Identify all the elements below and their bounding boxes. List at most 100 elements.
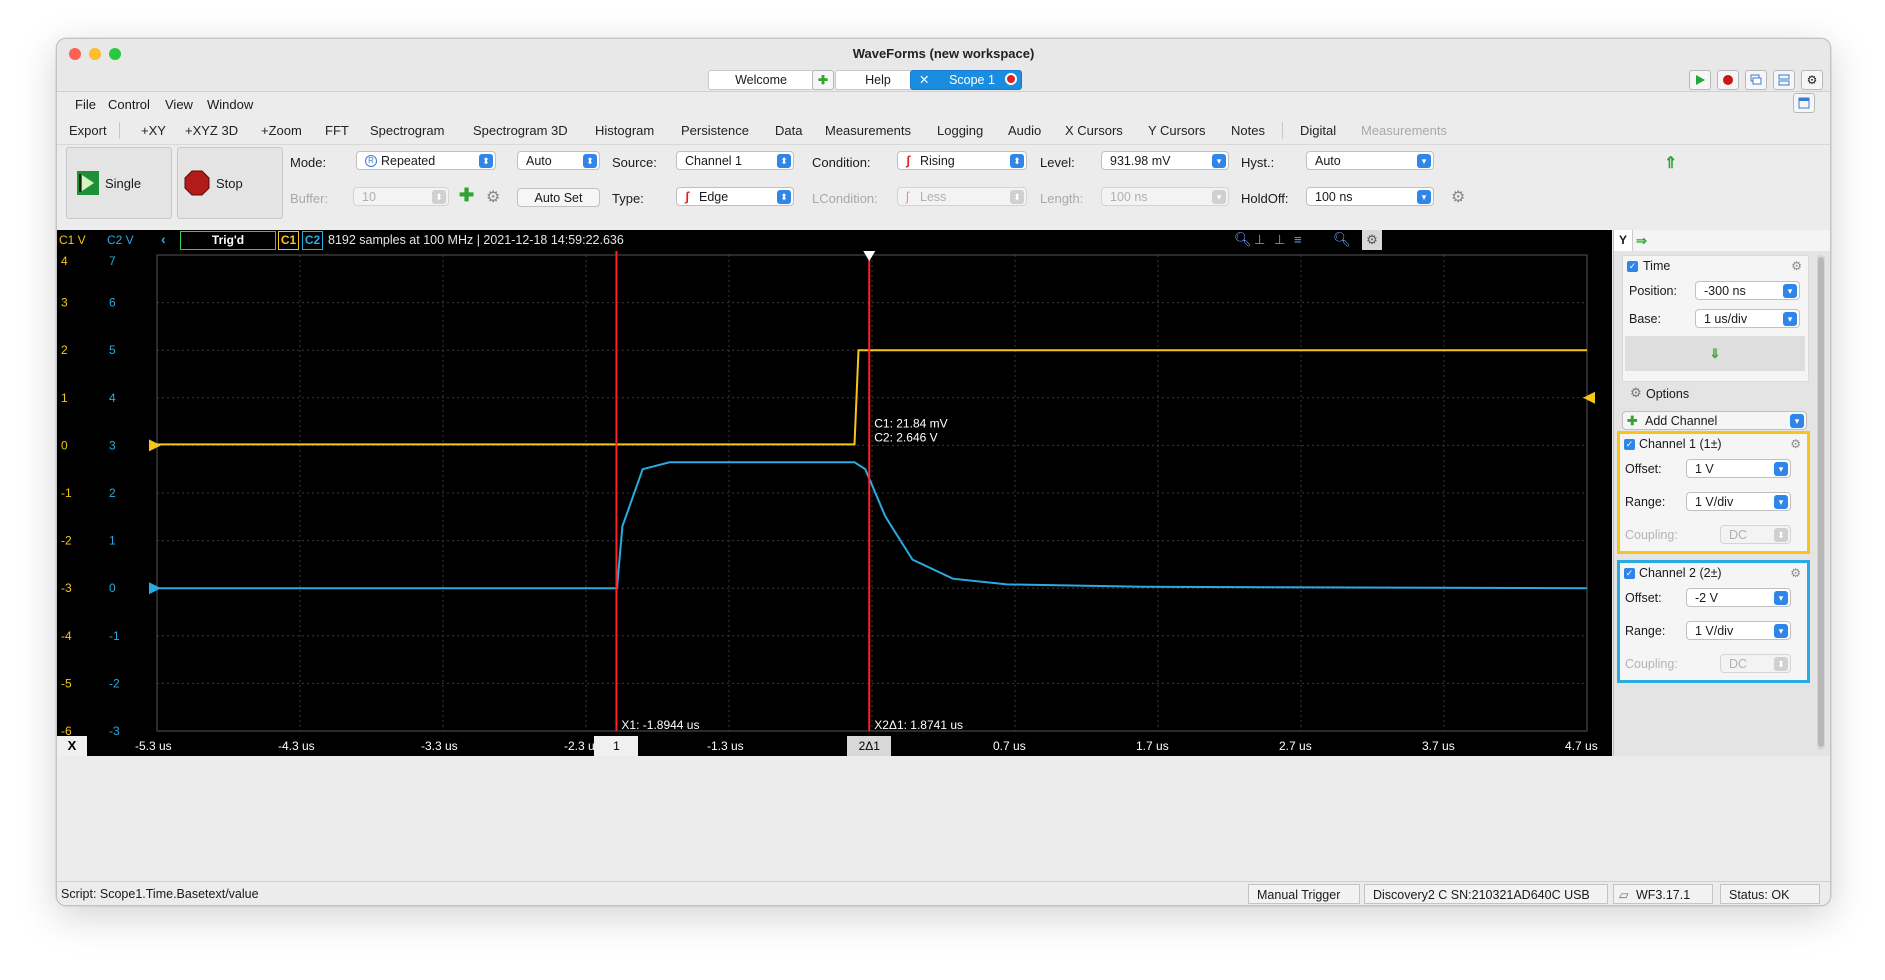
x-cursors-button[interactable]: X Cursors bbox=[1065, 123, 1123, 138]
options-gear-icon[interactable]: ⚙ bbox=[1630, 385, 1642, 401]
menu-window[interactable]: Window bbox=[207, 97, 253, 112]
auto-mode-select[interactable]: Auto ⬍ bbox=[517, 151, 600, 170]
device-info[interactable]: Discovery2 C SN:210321AD640C USB bbox=[1364, 884, 1608, 904]
holdoff-input[interactable]: 100 ns ▾ bbox=[1306, 187, 1434, 206]
length-input[interactable]: 100 ns ▾ bbox=[1101, 187, 1229, 206]
manual-trigger-button[interactable]: Manual Trigger bbox=[1248, 884, 1360, 904]
stop-button[interactable]: Stop bbox=[177, 147, 283, 219]
mode-select[interactable]: R Repeated ⬍ bbox=[356, 151, 496, 170]
collapse-panel-arrow-icon[interactable]: ⇑ bbox=[1664, 153, 1677, 173]
tab-scope-1[interactable]: ✕ Scope 1 bbox=[910, 70, 1022, 90]
export-button[interactable]: Export bbox=[69, 123, 107, 138]
channel-2-offset-input[interactable]: -2 V ▾ bbox=[1686, 588, 1791, 607]
condition-label: Condition: bbox=[812, 155, 871, 170]
audio-button[interactable]: Audio bbox=[1008, 123, 1041, 138]
tile-windows-icon[interactable] bbox=[1773, 70, 1795, 90]
c2-offset-marker bbox=[149, 582, 161, 595]
scope-plot[interactable]: 4 3 2 1 0 -1 -2 -3 -4 -5 -6 7 6 5 4 3 2 1 0 -1 -2 -3 X1: -1.89… bbox=[57, 251, 1612, 738]
data-button[interactable]: Data bbox=[775, 123, 802, 138]
time-more-arrow-icon[interactable]: ⇓ bbox=[1625, 336, 1805, 371]
status-bar: Script: Scope1.Time.Basetext/value Manua… bbox=[57, 881, 1830, 905]
spectrogram-3d-button[interactable]: Spectrogram 3D bbox=[473, 123, 568, 138]
hyst-select[interactable]: Auto ▾ bbox=[1306, 151, 1434, 170]
record-icon[interactable] bbox=[1005, 73, 1017, 85]
c1-visibility-tag[interactable]: C1 bbox=[278, 231, 299, 250]
single-button[interactable]: Single bbox=[66, 147, 172, 219]
menu-control[interactable]: Control bbox=[108, 97, 150, 112]
channel-1-checkbox[interactable]: ✓ bbox=[1624, 439, 1635, 450]
measurements-button[interactable]: Measurements bbox=[825, 123, 911, 138]
channel-2-offset-label: Offset: bbox=[1625, 591, 1662, 605]
align-top-icon[interactable]: ⊥ bbox=[1254, 232, 1265, 248]
tab-help[interactable]: Help bbox=[835, 70, 921, 90]
x-tick-label: 3.7 us bbox=[1422, 739, 1455, 753]
stop-record-icon[interactable] bbox=[1717, 70, 1739, 90]
c2-visibility-tag[interactable]: C2 bbox=[302, 231, 323, 250]
digital-button[interactable]: Digital bbox=[1300, 123, 1336, 138]
dock-panel-icon[interactable] bbox=[1793, 93, 1815, 113]
menu-file[interactable]: File bbox=[75, 97, 96, 112]
status-indicator[interactable]: Status: OK bbox=[1720, 884, 1820, 904]
sidebar-scrollbar-thumb[interactable] bbox=[1818, 257, 1824, 747]
zoom-in-icon[interactable]: 🔍︎ bbox=[1234, 231, 1252, 248]
time-gear-icon[interactable]: ⚙ bbox=[1791, 259, 1802, 273]
channel-1-offset-input[interactable]: 1 V ▾ bbox=[1686, 459, 1791, 478]
align-bottom-icon[interactable]: ⊥ bbox=[1274, 232, 1285, 248]
level-input[interactable]: 931.98 mV ▾ bbox=[1101, 151, 1229, 170]
spectrogram-button[interactable]: Spectrogram bbox=[370, 123, 444, 138]
toolbar-divider bbox=[1282, 122, 1283, 139]
channel-2-range-select[interactable]: 1 V/div ▾ bbox=[1686, 621, 1791, 640]
cascade-windows-icon[interactable] bbox=[1745, 70, 1767, 90]
add-xy-button[interactable]: +XY bbox=[141, 123, 166, 138]
align-lines-icon[interactable]: ≡ bbox=[1294, 232, 1302, 247]
position-input[interactable]: -300 ns ▾ bbox=[1695, 281, 1800, 300]
buffer-input[interactable]: 10 ⬍ bbox=[353, 187, 449, 206]
version-info[interactable]: ▱ WF3.17.1 bbox=[1613, 884, 1713, 904]
condition-select[interactable]: ʃ Rising ⬍ bbox=[897, 151, 1027, 170]
channel-2-checkbox[interactable]: ✓ bbox=[1624, 568, 1635, 579]
add-zoom-button[interactable]: +Zoom bbox=[261, 123, 302, 138]
zoom-out-icon[interactable]: 🔍︎ bbox=[1333, 231, 1351, 248]
sidebar-scrollbar[interactable] bbox=[1817, 255, 1825, 750]
expand-sidebar-arrow-icon[interactable]: ⇒ bbox=[1636, 233, 1647, 249]
persistence-button[interactable]: Persistence bbox=[681, 123, 749, 138]
channel-2-gear-icon[interactable]: ⚙ bbox=[1790, 566, 1801, 580]
trigger-level-marker bbox=[1583, 391, 1595, 404]
run-play-icon[interactable] bbox=[1689, 70, 1711, 90]
cursor-x1-tag[interactable]: 1 bbox=[594, 736, 639, 756]
logging-button[interactable]: Logging bbox=[937, 123, 983, 138]
add-xyz3d-button[interactable]: +XYZ 3D bbox=[185, 123, 238, 138]
menu-view[interactable]: View bbox=[165, 97, 193, 112]
mode-value: Repeated bbox=[381, 154, 436, 168]
channel-1-range-select[interactable]: 1 V/div ▾ bbox=[1686, 492, 1791, 511]
buffer-settings-gear-icon[interactable]: ⚙ bbox=[486, 187, 500, 207]
options-label[interactable]: Options bbox=[1646, 387, 1689, 401]
y-axis-tab[interactable]: Y bbox=[1614, 230, 1633, 251]
channel-1-coupling-select[interactable]: DC ⬍ bbox=[1720, 525, 1791, 544]
cursor-x2-tag[interactable]: 2Δ1 bbox=[847, 736, 892, 756]
channel-2-coupling-select[interactable]: DC ⬍ bbox=[1720, 654, 1791, 673]
holdoff-settings-gear-icon[interactable]: ⚙ bbox=[1451, 187, 1465, 207]
add-channel-plus-icon: ✚ bbox=[1627, 414, 1638, 428]
fft-button[interactable]: FFT bbox=[325, 123, 349, 138]
plot-settings-gear-icon[interactable]: ⚙ bbox=[1362, 230, 1382, 250]
new-tab-plus-icon[interactable]: ✚ bbox=[812, 70, 834, 90]
device-icon: ▱ bbox=[1619, 888, 1629, 902]
tab-welcome[interactable]: Welcome bbox=[708, 70, 814, 90]
histogram-button[interactable]: Histogram bbox=[595, 123, 654, 138]
add-buffer-plus-icon[interactable]: ✚ bbox=[459, 185, 474, 206]
notes-button[interactable]: Notes bbox=[1231, 123, 1265, 138]
lcondition-select[interactable]: ʃ Less ⬍ bbox=[897, 187, 1027, 206]
base-select[interactable]: 1 us/div ▾ bbox=[1695, 309, 1800, 328]
add-channel-select[interactable]: ✚ Add Channel ▾ bbox=[1622, 411, 1807, 430]
close-tab-icon[interactable]: ✕ bbox=[919, 71, 929, 89]
channel-1-gear-icon[interactable]: ⚙ bbox=[1790, 437, 1801, 451]
type-select[interactable]: ʃ Edge ⬍ bbox=[676, 187, 794, 206]
y-cursors-button[interactable]: Y Cursors bbox=[1148, 123, 1206, 138]
hyst-value: Auto bbox=[1315, 154, 1341, 168]
history-back-icon[interactable]: ‹ bbox=[161, 231, 166, 247]
source-select[interactable]: Channel 1 ⬍ bbox=[676, 151, 794, 170]
auto-set-button[interactable]: Auto Set bbox=[517, 188, 600, 207]
time-checkbox[interactable]: ✓ bbox=[1627, 261, 1638, 272]
settings-gear-icon[interactable]: ⚙ bbox=[1801, 70, 1823, 90]
